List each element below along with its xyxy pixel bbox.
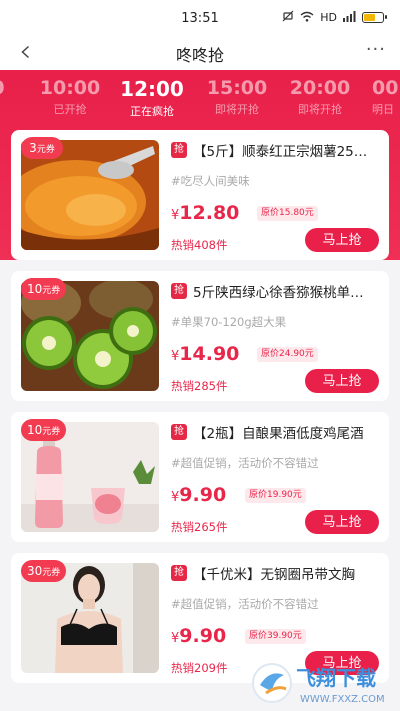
svg-text:飞翔下载: 飞翔下载 [296,666,376,690]
flash-sale-icon: 抢 [171,424,187,440]
sold-count: 热销265件 [171,520,228,534]
nav-bar: 咚咚抢 ··· [0,36,400,70]
time-tab[interactable]: 0 [0,70,18,122]
battery-icon [362,12,387,23]
product-tag: #超值促销，活动价不容错过 [171,597,319,611]
coupon-badge: 10元券 [21,419,67,441]
product-tag: #单果70-120g超大果 [171,315,287,329]
product-card[interactable]: 10元券 抢 5斤陕西绿心徐香猕猴桃单… #单果70-120g超大果 ¥14.9… [11,271,389,401]
flash-sale-icon: 抢 [171,142,187,158]
signal-icon [343,10,356,25]
mute-icon [282,10,294,25]
buy-now-button[interactable]: 马上抢 [305,510,379,534]
product-tag: #吃尽人间美味 [171,174,250,188]
product-price: ¥9.90 [171,484,227,506]
status-icons: HD [282,10,387,25]
product-title: 【2瓶】自酿果酒低度鸡尾酒 [193,426,364,442]
original-price: 原价39.90元 [245,629,306,644]
flash-sale-icon: 抢 [171,565,187,581]
watermark-logo: 飞翔下载 WWW.FXXZ.COM [250,655,400,711]
status-bar: 13:51 HD [0,0,400,36]
coupon-badge: 10元券 [21,278,67,300]
time-tab[interactable]: 20:00 即将开抢 [280,70,360,122]
buy-now-button[interactable]: 马上抢 [305,369,379,393]
original-price: 原价24.90元 [257,347,318,362]
product-price: ¥14.90 [171,343,240,365]
page-title: 咚咚抢 [175,46,224,65]
svg-text:WWW.FXXZ.COM: WWW.FXXZ.COM [300,694,385,705]
time-tab-active[interactable]: 12:00 正在疯抢 [112,70,192,122]
product-price: ¥9.90 [171,625,227,647]
product-card[interactable]: 10元券 抢 【2瓶】自酿果酒低度鸡尾酒 #超值促销，活动价不容错过 ¥9.90… [11,412,389,542]
product-card[interactable]: 3元券 抢 【5斤】顺泰红正宗烟薯25… #吃尽人间美味 ¥12.80 原价15… [11,130,389,260]
time-tab[interactable]: 15:00 即将开抢 [197,70,277,122]
more-button[interactable]: ··· [366,39,386,60]
sold-count: 热销209件 [171,661,228,675]
time-tab[interactable]: 00 明日 [372,70,400,122]
product-tag: #超值促销，活动价不容错过 [171,456,319,470]
flash-sale-icon: 抢 [171,283,187,299]
time-slot-tabs: 0 10:00 已开抢 12:00 正在疯抢 15:00 即将开抢 20:00 … [0,70,400,122]
wifi-icon [300,11,314,25]
coupon-badge: 3元券 [21,137,63,159]
network-label: HD [320,11,337,24]
time-tab[interactable]: 10:00 已开抢 [30,70,110,122]
sold-count: 热销285件 [171,379,228,393]
product-title: 5斤陕西绿心徐香猕猴桃单… [193,285,364,301]
sold-count: 热销408件 [171,238,228,252]
product-title: 【千优米】无钢圈吊带文胸 [193,567,355,583]
original-price: 原价15.80元 [257,206,318,221]
product-title: 【5斤】顺泰红正宗烟薯25… [193,144,368,160]
original-price: 原价19.90元 [245,488,306,503]
coupon-badge: 30元券 [21,560,67,582]
product-price: ¥12.80 [171,202,240,224]
buy-now-button[interactable]: 马上抢 [305,228,379,252]
